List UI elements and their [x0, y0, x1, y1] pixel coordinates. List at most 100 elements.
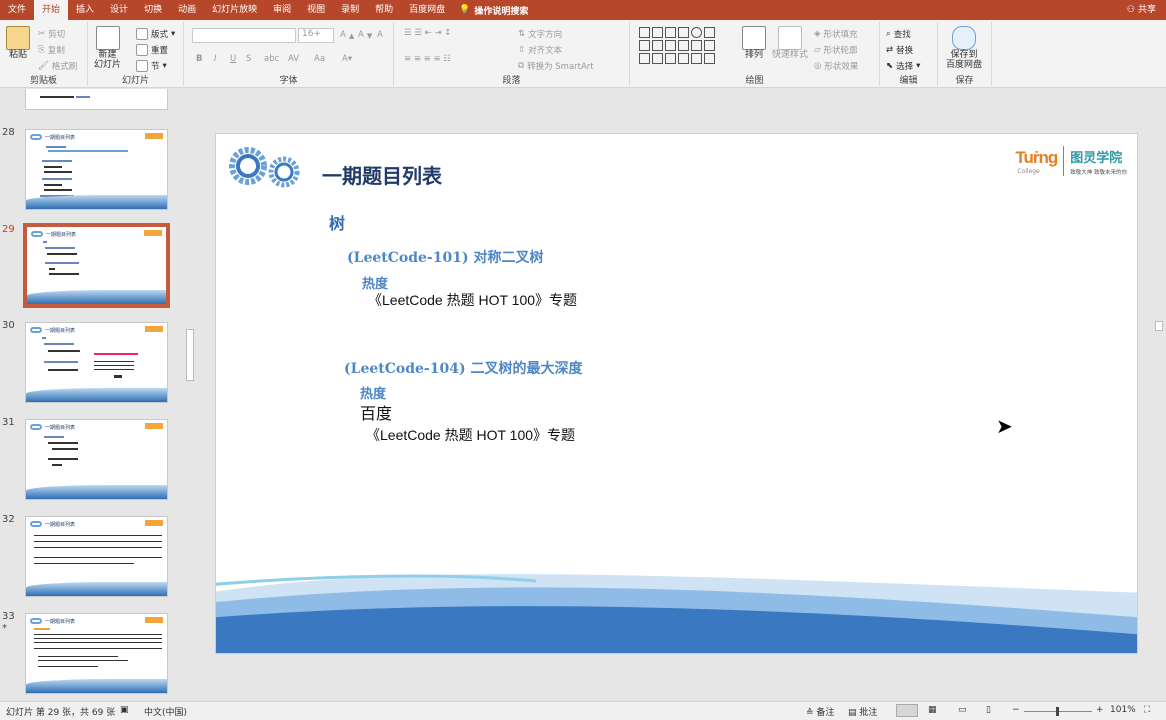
problem-source[interactable]: 《LeetCode 热题 HOT 100》专题 [366, 425, 575, 445]
align-text-button[interactable]: ⇳ 对齐文本 [518, 44, 562, 56]
quick-styles-button[interactable]: 快速样式 [772, 26, 808, 60]
smartart-icon: ⧉ [518, 61, 525, 71]
shadow-button[interactable]: S [246, 54, 251, 64]
find-button[interactable]: ⌕ 查找 [886, 28, 911, 40]
problem-code: (LeetCode-101) [347, 250, 469, 266]
shape-outline-button[interactable]: ▱ 形状轮廓 [814, 44, 858, 56]
thumbnails-scroll-thumb[interactable] [186, 329, 194, 381]
effects-icon: ◎ [814, 61, 822, 71]
mouse-cursor-icon: ➤ [996, 414, 1013, 438]
tab-insert[interactable]: 插入 [68, 0, 102, 20]
format-painter-button[interactable]: 🖌 格式刷 [38, 60, 77, 72]
notes-button[interactable]: ≙ 备注 [806, 705, 834, 718]
tab-help[interactable]: 帮助 [367, 0, 401, 20]
clear-format-button[interactable]: A [377, 30, 383, 40]
underline-button[interactable]: U [230, 54, 236, 64]
spelling-icon[interactable]: ▣ [120, 705, 129, 715]
zoom-level[interactable]: 101% [1110, 705, 1136, 715]
character-spacing-button[interactable]: AV [288, 54, 299, 64]
alignment-buttons[interactable]: ≡ ≡ ≡ ≡ ☷ [404, 54, 451, 64]
slide-thumbnail[interactable]: 一期题目列表 [25, 419, 168, 500]
select-button[interactable]: ⬉ 选择 ▾ [886, 60, 920, 72]
problem-heading-101[interactable]: (LeetCode-101) 对称二叉树 [347, 247, 543, 267]
new-slide-button[interactable]: 新建 幻灯片 [94, 26, 121, 70]
grow-font-button[interactable]: A ▲ [340, 30, 354, 40]
slide-thumbnail[interactable]: 一期题目列表 [25, 613, 168, 694]
cursor-icon: ⬉ [886, 61, 894, 71]
smartart-label: 转换为 SmartArt [527, 62, 594, 72]
fit-slide-button[interactable]: ⛶ [1144, 705, 1150, 715]
slide-thumbnail-selected[interactable]: 一期题目列表 [23, 223, 170, 308]
notes-label: 备注 [816, 708, 835, 718]
reset-button[interactable]: 重置 [136, 44, 168, 56]
change-case-button[interactable]: Aa [314, 54, 325, 64]
zoom-out-button[interactable]: − [1012, 705, 1020, 715]
arrange-icon [742, 26, 766, 50]
copy-button[interactable]: ⎘ 复制 [38, 44, 65, 56]
tell-me-search[interactable]: 💡 操作说明搜索 [459, 4, 528, 17]
align-text-icon: ⇳ [518, 45, 526, 55]
slide-thumbnail[interactable]: 一期题目列表 [25, 516, 168, 597]
section-heading[interactable]: 树 [329, 210, 345, 234]
problem-heading-104[interactable]: (LeetCode-104) 二叉树的最大深度 [344, 358, 582, 378]
font-color-button[interactable]: A▾ [342, 54, 352, 64]
new-slide-label-1: 新建 [98, 50, 117, 60]
tab-design[interactable]: 设计 [102, 0, 136, 20]
tab-home[interactable]: 开始 [34, 0, 69, 20]
problem-source[interactable]: 《LeetCode 热题 HOT 100》专题 [368, 290, 577, 310]
italic-button[interactable]: I [214, 54, 217, 64]
editor-scroll-thumb[interactable] [1155, 321, 1163, 331]
company-name[interactable]: 百度 [360, 400, 392, 424]
tab-file[interactable]: 文件 [0, 0, 34, 20]
zoom-slider-thumb[interactable] [1056, 707, 1059, 716]
share-label: 共享 [1137, 5, 1156, 15]
arrange-button[interactable]: 排列 [742, 26, 766, 60]
section-label: 节 [151, 62, 160, 72]
slide-thumbnail[interactable]: 一期题目列表 [25, 322, 168, 403]
replace-button[interactable]: ⇄ 替换 [886, 44, 913, 56]
font-name-box[interactable] [192, 28, 296, 43]
slide-title[interactable]: 一期题目列表 [322, 160, 442, 189]
tab-transitions[interactable]: 切换 [136, 0, 170, 20]
cut-button[interactable]: ✂ 剪切 [38, 28, 65, 40]
font-group-label: 字体 [279, 76, 298, 86]
tab-record[interactable]: 录制 [333, 0, 367, 20]
shrink-font-button[interactable]: A ▼ [358, 30, 372, 40]
tab-review[interactable]: 审阅 [265, 0, 299, 20]
problem-name: 二叉树的最大深度 [470, 361, 583, 377]
paste-button[interactable]: 粘贴 [6, 26, 30, 60]
tab-slideshow[interactable]: 幻灯片放映 [204, 0, 265, 20]
smartart-button[interactable]: ⧉ 转换为 SmartArt [518, 60, 594, 72]
comments-button[interactable]: ▤ 批注 [848, 705, 877, 718]
editor-scrollbar[interactable] [1152, 89, 1166, 701]
tab-animations[interactable]: 动画 [170, 0, 204, 20]
slides-group: 新建 幻灯片 版式 ▾ 重置 节 ▾ 幻灯片 [88, 22, 184, 86]
layout-button[interactable]: 版式 ▾ [136, 28, 175, 40]
slide-canvas[interactable]: 一期题目列表 Tuṙng College 图灵学院 致敬大神 致敬未来的你 树 … [215, 133, 1138, 654]
slide-thumbnail[interactable] [25, 89, 168, 110]
shapes-gallery[interactable] [638, 26, 738, 65]
reading-view-button[interactable]: ▭ [958, 705, 967, 715]
text-direction-button[interactable]: ⇅ 文字方向 [518, 28, 562, 40]
share-button[interactable]: ⚇ 共享 [1127, 0, 1156, 20]
slide-editor: 一期题目列表 Tuṙng College 图灵学院 致敬大神 致敬未来的你 树 … [198, 89, 1166, 701]
tab-view[interactable]: 视图 [299, 0, 333, 20]
section-button[interactable]: 节 ▾ [136, 60, 167, 72]
slide-sorter-button[interactable]: ▦ [928, 705, 937, 715]
thumbnails-scrollbar[interactable] [185, 89, 195, 701]
gears-icon [229, 147, 300, 188]
slideshow-button[interactable]: ▯ [986, 705, 991, 715]
scissors-icon: ✂ [38, 29, 46, 39]
shape-fill-button[interactable]: ◈ 形状填充 [814, 28, 858, 40]
shape-effects-button[interactable]: ◎ 形状效果 [814, 60, 858, 72]
font-size-box[interactable]: 16+ [298, 28, 334, 43]
bold-button[interactable]: B [196, 54, 202, 64]
zoom-in-button[interactable]: + [1096, 705, 1104, 715]
save-to-netdisk-button[interactable]: 保存到 百度网盘 [946, 26, 982, 70]
language-indicator[interactable]: 中文(中国) [144, 705, 187, 718]
tab-baidu-netdisk[interactable]: 百度网盘 [401, 0, 453, 20]
slide-thumbnail[interactable]: 一期题目列表 [25, 129, 168, 210]
strikethrough-button[interactable]: abc [264, 54, 279, 64]
bullets-button[interactable]: ☰ ☰ ⇤ ⇥ ↕ [404, 28, 451, 38]
normal-view-button[interactable] [896, 704, 918, 717]
